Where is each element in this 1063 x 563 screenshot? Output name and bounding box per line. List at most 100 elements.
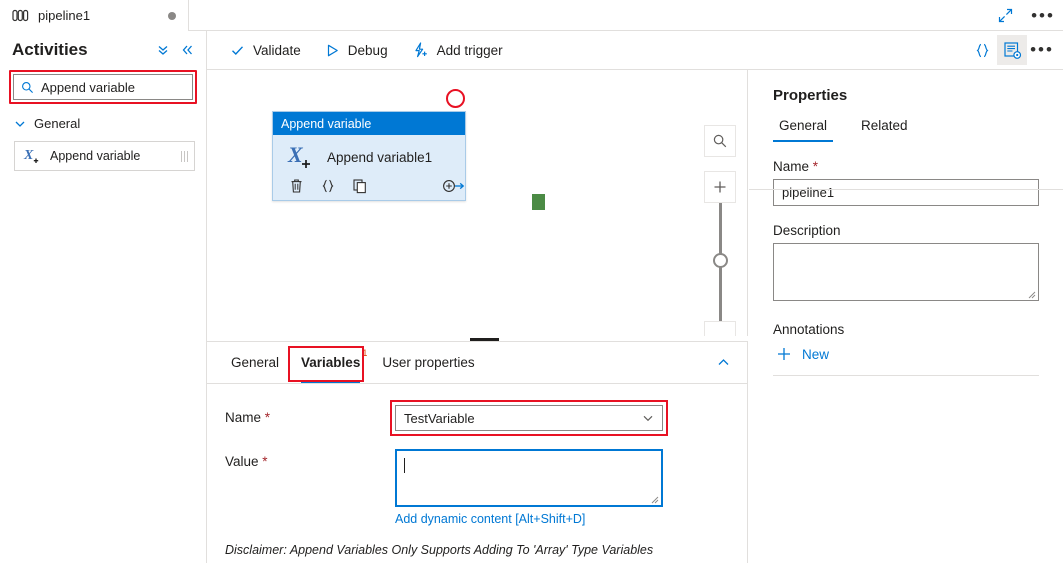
properties-tabs-divider bbox=[749, 189, 1063, 190]
tab-general[interactable]: General bbox=[220, 342, 290, 383]
add-annotation-label: New bbox=[802, 347, 829, 362]
svg-text:X: X bbox=[287, 142, 304, 167]
search-input-value: Append variable bbox=[41, 80, 135, 95]
properties-tab-general[interactable]: General bbox=[773, 118, 833, 142]
activity-node-actions bbox=[273, 172, 465, 194]
activity-node-append-variable[interactable]: Append variable X Append variable1 bbox=[272, 111, 466, 201]
activity-item-label: Append variable bbox=[50, 149, 140, 163]
svg-text:X: X bbox=[23, 148, 34, 163]
pipeline-name-field: Name * pipeline1 bbox=[773, 159, 1039, 206]
chevron-up-icon[interactable] bbox=[716, 355, 747, 370]
activity-output-port[interactable] bbox=[532, 194, 545, 210]
tab-user-properties[interactable]: User properties bbox=[371, 342, 485, 383]
variables-disclaimer: Disclaimer: Append Variables Only Suppor… bbox=[225, 543, 747, 557]
search-icon bbox=[21, 81, 34, 94]
tab-separator bbox=[188, 0, 189, 31]
activity-group-general[interactable]: General bbox=[14, 116, 206, 131]
activity-search-highlight: Append variable bbox=[9, 70, 197, 104]
chevron-down-icon bbox=[14, 118, 26, 130]
delete-icon[interactable] bbox=[289, 178, 304, 194]
zoom-in-button[interactable] bbox=[704, 171, 736, 203]
tab-user-properties-label: User properties bbox=[382, 355, 474, 370]
search-input[interactable]: Append variable bbox=[13, 74, 193, 100]
double-chevron-down-icon[interactable] bbox=[156, 43, 170, 57]
activity-node-type-label: Append variable bbox=[273, 112, 465, 135]
debug-label: Debug bbox=[348, 43, 388, 58]
pipeline-description-label: Description bbox=[773, 223, 1039, 238]
required-asterisk: * bbox=[813, 159, 818, 174]
add-output-icon[interactable] bbox=[442, 178, 465, 194]
variable-x-plus-icon: X bbox=[23, 146, 43, 166]
expand-diagonal-icon[interactable] bbox=[991, 3, 1019, 29]
pipeline-description-input[interactable] bbox=[773, 243, 1039, 301]
variable-name-label: Name * bbox=[225, 405, 395, 425]
play-triangle-icon bbox=[325, 43, 340, 58]
command-bar: Validate Debug Add trigger bbox=[207, 31, 1063, 70]
tab-variables-label: Variables bbox=[301, 355, 360, 370]
duplicate-icon[interactable] bbox=[352, 178, 368, 194]
command-bar-ellipsis-icon[interactable]: ••• bbox=[1027, 35, 1057, 65]
drag-handle-icon[interactable] bbox=[181, 151, 188, 162]
command-bar-right-actions: ••• bbox=[967, 31, 1063, 70]
zoom-out-button[interactable] bbox=[704, 321, 736, 336]
canvas-zoom-controls bbox=[704, 125, 736, 336]
activity-node-body: X Append variable1 bbox=[273, 135, 465, 172]
annotations-label: Annotations bbox=[773, 322, 1063, 337]
activity-node-name: Append variable1 bbox=[327, 150, 432, 165]
pipeline-canvas[interactable]: Append variable X Append variable1 bbox=[207, 70, 748, 336]
properties-pane: Properties General Related Name * pipeli… bbox=[749, 70, 1063, 563]
properties-tab-related-label: Related bbox=[861, 118, 908, 133]
code-braces-icon[interactable] bbox=[967, 35, 997, 65]
pipeline-icon bbox=[12, 9, 29, 22]
azure-data-factory-pipeline-editor: pipeline1 ••• Activities bbox=[0, 0, 1063, 563]
add-trigger-button[interactable]: Add trigger bbox=[400, 31, 515, 70]
variable-name-highlight bbox=[390, 400, 668, 436]
unsaved-changes-dot bbox=[168, 12, 176, 20]
tabstrip-ellipsis-icon[interactable]: ••• bbox=[1029, 3, 1057, 29]
add-dynamic-content-link[interactable]: Add dynamic content [Alt+Shift+D] bbox=[395, 512, 663, 526]
properties-tab-general-label: General bbox=[779, 118, 827, 133]
tab-variables[interactable]: Variables 1 bbox=[290, 342, 371, 383]
validate-label: Validate bbox=[253, 43, 301, 58]
activities-header-actions bbox=[156, 43, 194, 57]
zoom-slider[interactable] bbox=[704, 203, 736, 321]
variable-name-row: Name * TestVariable bbox=[207, 405, 747, 431]
add-trigger-label: Add trigger bbox=[437, 43, 503, 58]
annotation-circle bbox=[446, 89, 465, 108]
variables-form: Name * TestVariable bbox=[207, 383, 747, 557]
resize-grip-icon[interactable] bbox=[650, 495, 659, 504]
double-chevron-left-icon[interactable] bbox=[180, 43, 194, 57]
validate-button[interactable]: Validate bbox=[218, 31, 313, 70]
pipeline-name-input[interactable]: pipeline1 bbox=[773, 179, 1039, 206]
tab-variables-badge: 1 bbox=[362, 348, 367, 358]
activities-pane: Activities bbox=[0, 31, 207, 563]
zoom-slider-handle[interactable] bbox=[713, 253, 728, 268]
required-asterisk: * bbox=[265, 410, 270, 425]
pipeline-tab[interactable]: pipeline1 bbox=[0, 0, 188, 31]
resize-grip-icon[interactable] bbox=[1027, 290, 1036, 299]
required-asterisk: * bbox=[262, 454, 267, 469]
pipeline-name-label: Name * bbox=[773, 159, 1039, 174]
lightning-plus-icon bbox=[412, 42, 429, 58]
add-annotation-button[interactable]: New bbox=[776, 346, 1063, 362]
annotations-divider bbox=[773, 375, 1039, 376]
zoom-fit-icon[interactable] bbox=[704, 125, 736, 157]
code-braces-icon[interactable] bbox=[320, 178, 336, 194]
text-cursor bbox=[404, 458, 405, 473]
properties-tab-related[interactable]: Related bbox=[855, 118, 914, 142]
debug-button[interactable]: Debug bbox=[313, 31, 400, 70]
variable-value-textarea[interactable] bbox=[395, 449, 663, 507]
properties-title: Properties bbox=[773, 87, 1063, 104]
plus-icon bbox=[776, 346, 792, 362]
properties-list-icon[interactable] bbox=[997, 35, 1027, 65]
variable-value-row: Value * Add dynamic content [Alt+Shift+D… bbox=[207, 449, 747, 526]
pipeline-name-value: pipeline1 bbox=[782, 185, 834, 200]
tab-general-label: General bbox=[231, 355, 279, 370]
activity-item-append-variable[interactable]: X Append variable bbox=[14, 141, 195, 171]
variable-value-label: Value * bbox=[225, 449, 395, 469]
checkmark-icon bbox=[230, 43, 245, 58]
variable-x-plus-icon: X bbox=[287, 142, 317, 172]
activity-settings-panel: General Variables 1 User properties Name bbox=[207, 342, 748, 563]
top-tab-strip: pipeline1 ••• bbox=[0, 0, 1063, 31]
tab-strip-actions: ••• bbox=[991, 0, 1057, 31]
